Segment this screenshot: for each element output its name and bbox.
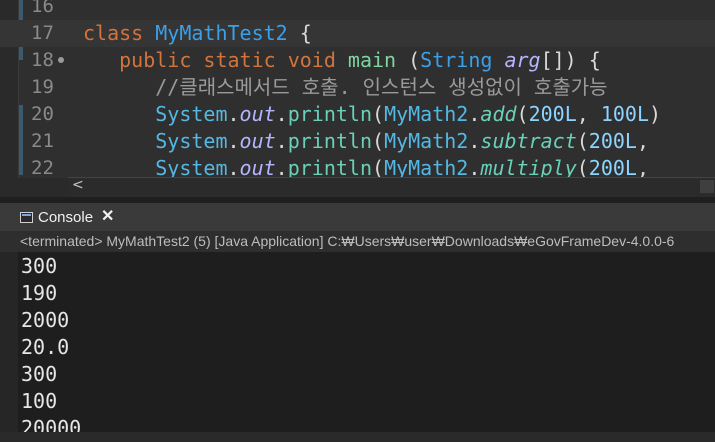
code-token: MyMathTest2 [155,21,288,45]
code-token: add [480,102,517,126]
code-token: println [287,129,373,153]
console-output-lines: 300 190 2000 20.0 300 100 20000 [21,253,81,442]
code-token: []) { [540,48,601,72]
code-lines: 16 17 class MyMathTest2 {18 public static … [0,0,715,182]
code-token: . [275,129,288,153]
code-text: //클래스메서드 호출. 인스턴스 생성없이 호출가능 [83,74,608,101]
code-token: 100L [600,102,650,126]
code-token: main [347,48,397,72]
close-icon[interactable]: ✕ [101,209,114,225]
code-token: out [239,129,276,153]
console-output-line: 20.0 [21,335,70,359]
console-output-line: 2000 [21,308,70,332]
code-editor[interactable]: 16 17 class MyMathTest2 {18 public static … [0,0,715,197]
tab-console-label: Console [38,208,94,226]
console-status-line: <terminated> MyMathTest2 (5) [Java Appli… [0,231,715,252]
code-token: println [287,102,373,126]
editor-scroll-thumb[interactable] [700,180,714,193]
code-token: System [155,129,228,153]
ide-window: 16 17 class MyMathTest2 {18 public static … [0,0,715,442]
line-number: 20 [31,103,54,125]
code-token: . [275,102,288,126]
editor-horizontal-scrollbar[interactable] [68,177,715,197]
code-token: public static void [119,48,348,72]
code-token: , [576,102,601,126]
code-line[interactable]: 18 public static void main (String arg[]… [0,47,715,74]
code-token: ( [372,129,385,153]
code-text: class MyMathTest2 { [83,20,312,47]
code-token: . [468,102,481,126]
code-token: 200L [588,129,637,153]
code-token: , [636,129,649,153]
console-icon [20,211,33,223]
fold-marker-icon[interactable] [58,57,64,63]
code-token: ) [649,102,662,126]
line-number: 21 [31,130,54,152]
code-line[interactable]: 21 System.out.println(MyMath2.subtract(2… [0,128,715,155]
console-tab-bar: Console ✕ [0,203,715,232]
console-horizontal-scrollbar[interactable] [0,432,715,442]
code-token: MyMath2 [384,102,469,126]
code-line[interactable]: 17 class MyMathTest2 { [0,20,715,47]
code-token: . [227,102,240,126]
code-token: System [155,102,228,126]
code-token: arg [504,48,541,72]
code-token: ( [372,102,385,126]
console-output-line: 300 [21,362,58,386]
line-number: 18 [31,49,54,71]
code-token: { [287,21,312,45]
console-output-line: 190 [21,281,58,305]
code-token: 200L [528,102,577,126]
code-token: . [468,129,481,153]
code-token: ( [396,48,421,72]
line-number: 19 [31,76,54,98]
code-line[interactable]: 19 //클래스메서드 호출. 인스턴스 생성없이 호출가능 [0,74,715,101]
code-text: public static void main (String arg[]) { [83,47,601,74]
editor-corner [0,178,68,197]
scroll-left-arrow-icon[interactable]: < [72,176,84,195]
code-token: . [227,129,240,153]
code-token: //클래스메서드 호출. 인스턴스 생성없이 호출가능 [83,75,608,99]
code-token: subtract [480,129,577,153]
console-output-line: 300 [21,254,58,278]
code-text: System.out.println(MyMath2.add(200L, 100… [83,101,661,128]
code-token: class [83,21,156,45]
code-token: ( [576,129,589,153]
line-number: 17 [31,22,54,44]
tab-console[interactable]: Console ✕ [20,203,114,231]
console-output-line: 100 [21,389,58,413]
code-token: out [239,102,276,126]
console-gutter [0,252,18,442]
line-number: 16 [31,0,54,17]
code-token: ( [516,102,529,126]
code-token: MyMath2 [384,129,469,153]
code-line[interactable]: 16 [0,0,715,20]
code-line[interactable]: 20 System.out.println(MyMath2.add(200L, … [0,101,715,128]
code-token: String [420,48,493,72]
code-text: System.out.println(MyMath2.subtract(200L… [83,128,649,155]
console-output[interactable]: 300 190 2000 20.0 300 100 20000 [0,252,715,442]
